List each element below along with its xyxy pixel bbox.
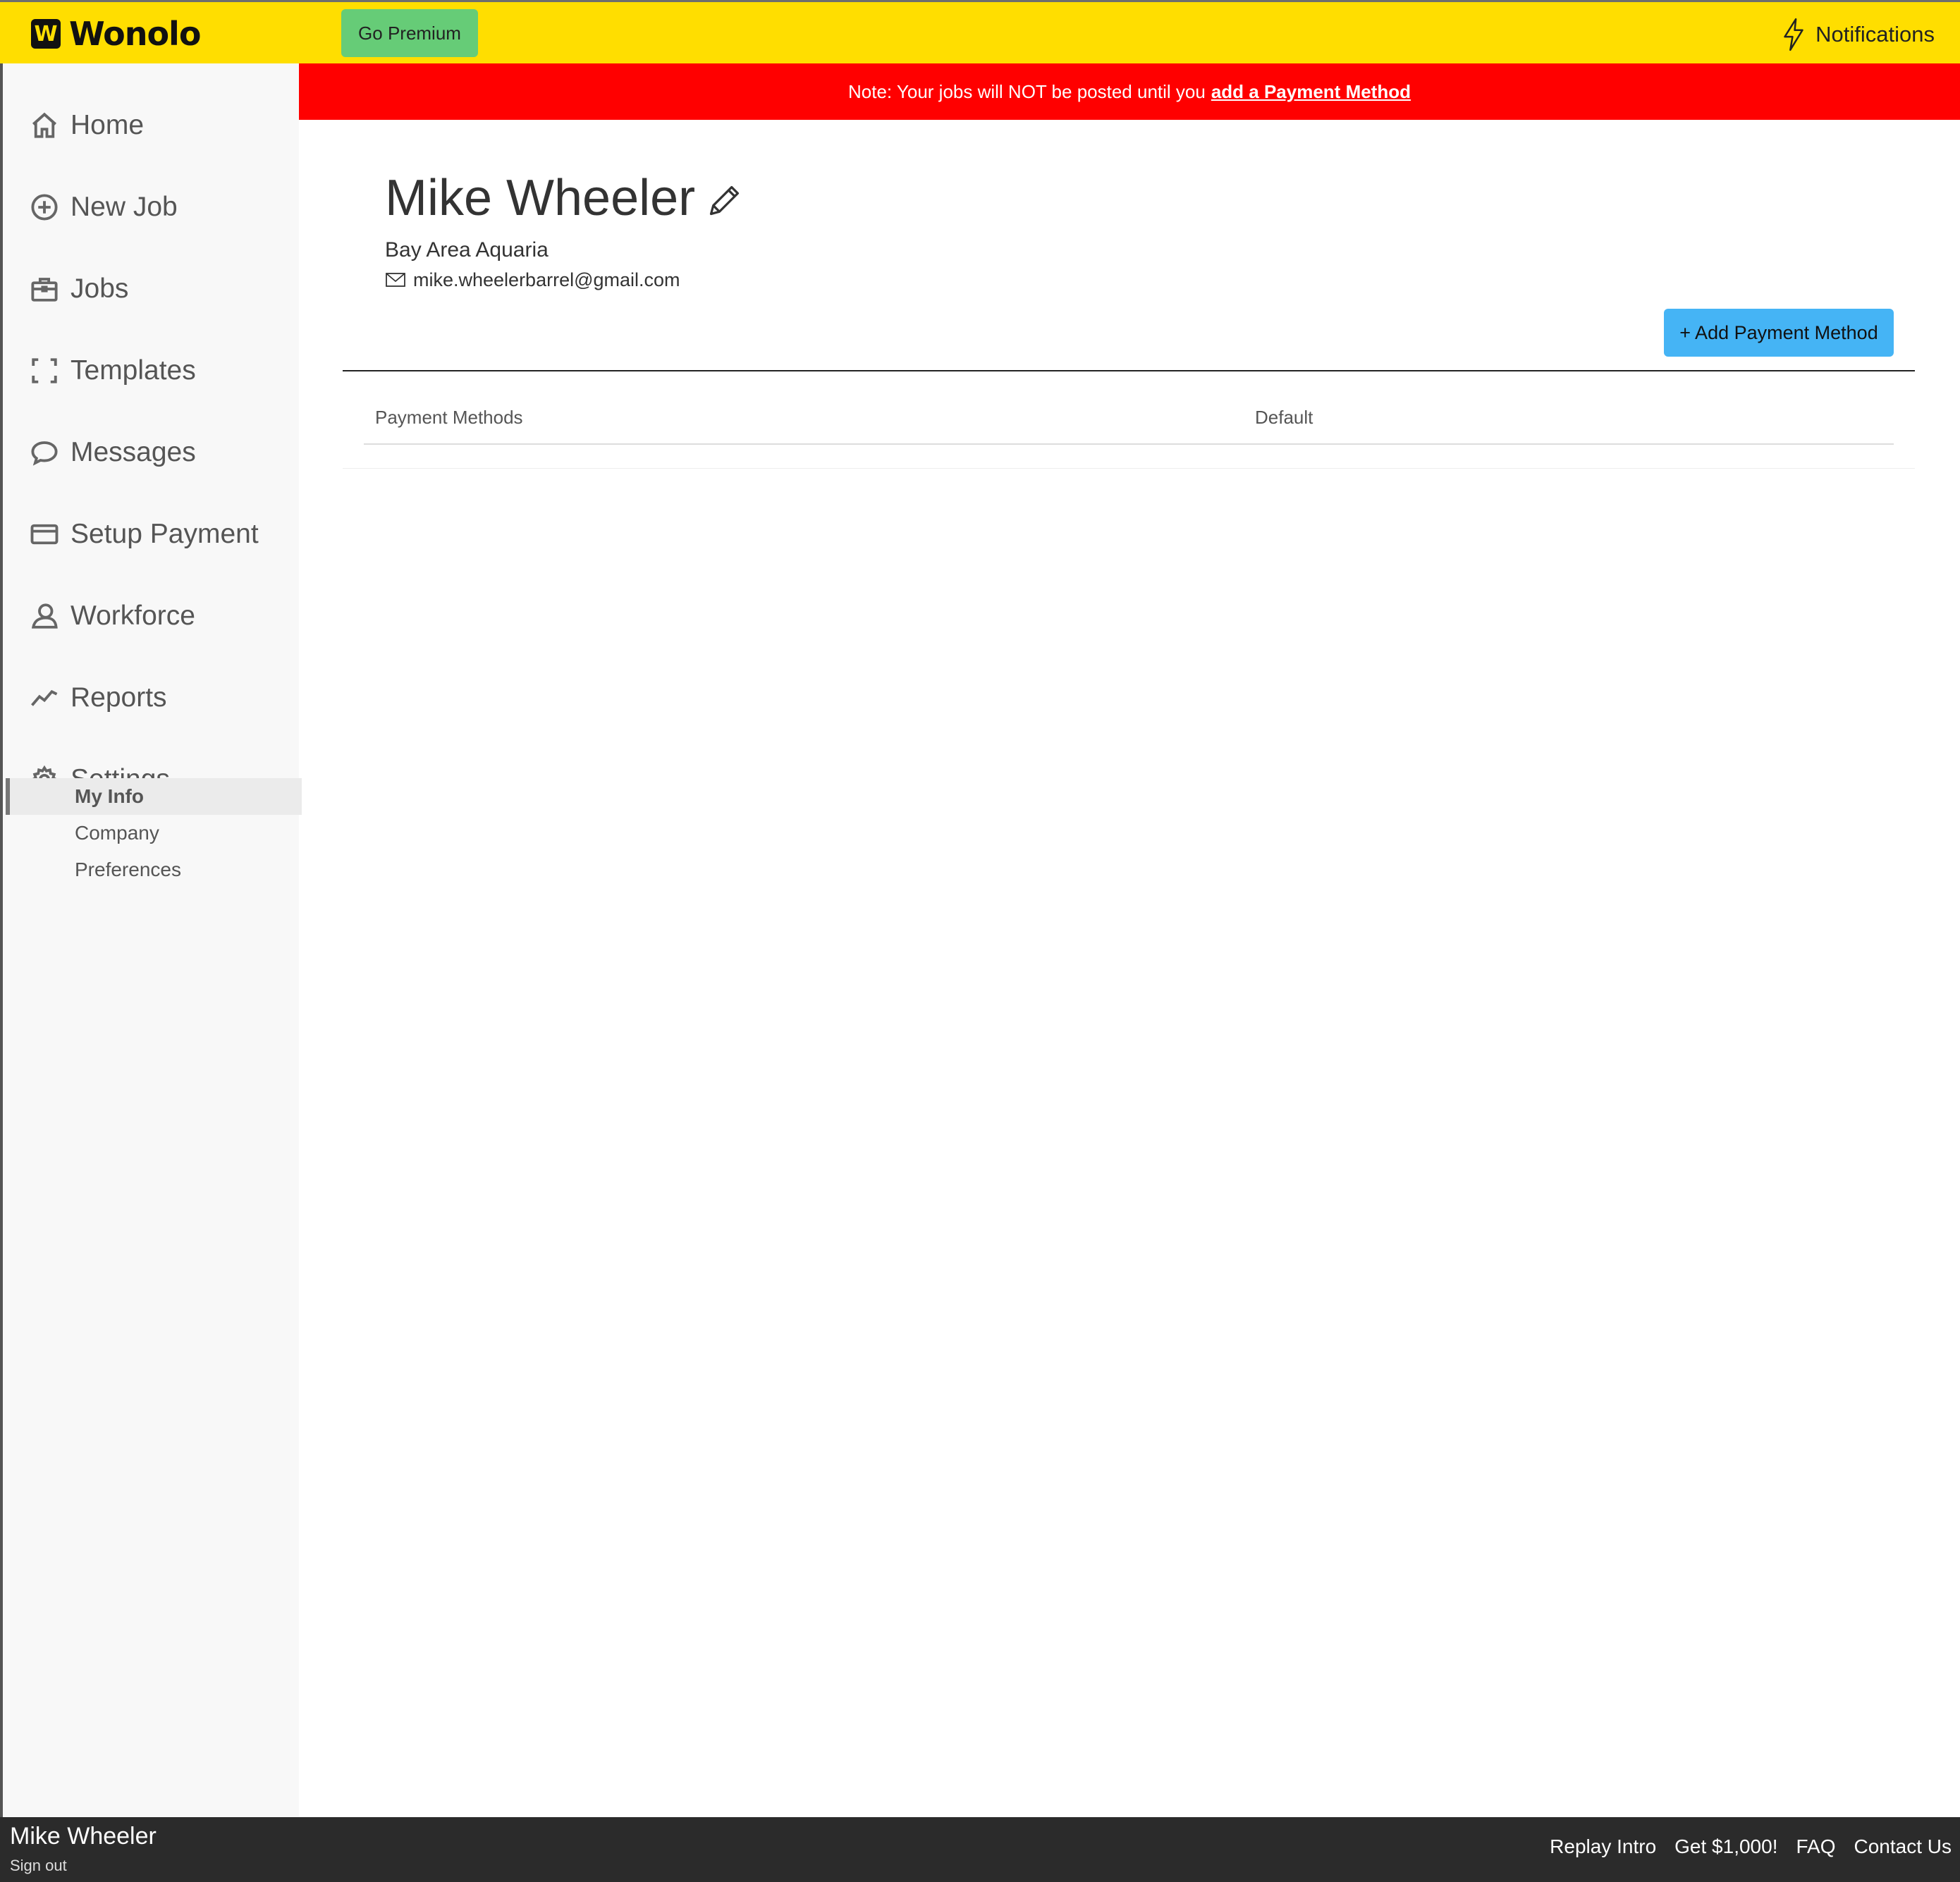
sidebar-item-jobs[interactable]: Jobs <box>30 268 128 310</box>
go-premium-button[interactable]: Go Premium <box>341 9 478 57</box>
sidebar-item-label: Home <box>71 110 145 140</box>
replay-intro-link[interactable]: Replay Intro <box>1550 1835 1656 1858</box>
payment-methods-table: Payment Methods Default <box>343 371 1915 469</box>
add-payment-method-link[interactable]: add a Payment Method <box>1211 81 1411 103</box>
alert-text: Note: Your jobs will NOT be posted until… <box>848 80 1206 102</box>
referral-link[interactable]: Get $1,000! <box>1674 1835 1777 1858</box>
footer-user-name: Mike Wheeler <box>10 1823 157 1850</box>
sign-out-link[interactable]: Sign out <box>10 1857 67 1875</box>
column-header-default: Default <box>1255 407 1313 428</box>
company-name: Bay Area Aquaria <box>385 238 549 262</box>
footer-bar: Mike Wheeler Sign out Replay Intro Get $… <box>0 1817 1960 1882</box>
logo-mark-icon: W <box>31 19 61 49</box>
settings-sub-preferences[interactable]: Preferences <box>6 851 302 888</box>
email-row: mike.wheelerbarrel@gmail.com <box>385 268 680 292</box>
sidebar-item-setup-payment[interactable]: Setup Payment <box>30 513 259 555</box>
contact-us-link[interactable]: Contact Us <box>1854 1835 1952 1858</box>
briefcase-icon <box>31 278 58 302</box>
credit-card-icon <box>30 524 59 545</box>
trend-line-icon <box>31 689 58 706</box>
top-bar: W Wonolo Go Premium Notifications <box>0 0 1960 63</box>
sidebar-item-workforce[interactable]: Workforce <box>30 595 195 637</box>
notifications-button[interactable]: Notifications <box>1780 15 1935 54</box>
settings-sub-my-info[interactable]: My Info <box>6 778 302 815</box>
sidebar-item-label: Messages <box>71 437 196 467</box>
sidebar-item-label: Reports <box>71 682 167 713</box>
sidebar: Home New Job Jobs Templates Messages Set… <box>0 63 302 1817</box>
footer-links: Replay Intro Get $1,000! FAQ Contact Us <box>1550 1835 1952 1858</box>
settings-sub-company[interactable]: Company <box>6 815 302 851</box>
email-address: mike.wheelerbarrel@gmail.com <box>413 269 680 290</box>
user-icon <box>31 603 58 629</box>
home-icon <box>32 112 57 138</box>
sidebar-item-label: New Job <box>71 192 178 222</box>
frame-icon <box>32 358 57 383</box>
pencil-icon[interactable] <box>706 182 743 219</box>
brand-logo[interactable]: W Wonolo <box>31 15 201 53</box>
plus-circle-icon <box>31 194 58 221</box>
notifications-label: Notifications <box>1815 22 1935 47</box>
sidebar-item-label: Workforce <box>71 601 195 631</box>
page-title: Mike Wheeler <box>385 170 696 226</box>
sidebar-item-new-job[interactable]: New Job <box>30 186 178 228</box>
sidebar-item-reports[interactable]: Reports <box>30 677 167 719</box>
sidebar-item-templates[interactable]: Templates <box>30 350 196 392</box>
column-header-payment-methods: Payment Methods <box>375 407 523 428</box>
payment-alert-banner: Note: Your jobs will NOT be posted until… <box>299 63 1960 120</box>
faq-link[interactable]: FAQ <box>1796 1835 1835 1858</box>
sidebar-item-messages[interactable]: Messages <box>30 431 196 474</box>
sidebar-item-home[interactable]: Home <box>30 104 144 147</box>
envelope-icon <box>386 273 405 287</box>
sidebar-item-label: Templates <box>71 355 196 386</box>
logo-wordmark: Wonolo <box>69 15 201 53</box>
lightning-icon <box>1784 18 1803 51</box>
sidebar-item-label: Jobs <box>71 273 129 304</box>
add-payment-method-button[interactable]: + Add Payment Method <box>1664 309 1894 357</box>
table-header-divider <box>364 443 1894 445</box>
sidebar-item-label: Setup Payment <box>71 519 259 549</box>
chat-bubble-icon <box>31 441 58 466</box>
